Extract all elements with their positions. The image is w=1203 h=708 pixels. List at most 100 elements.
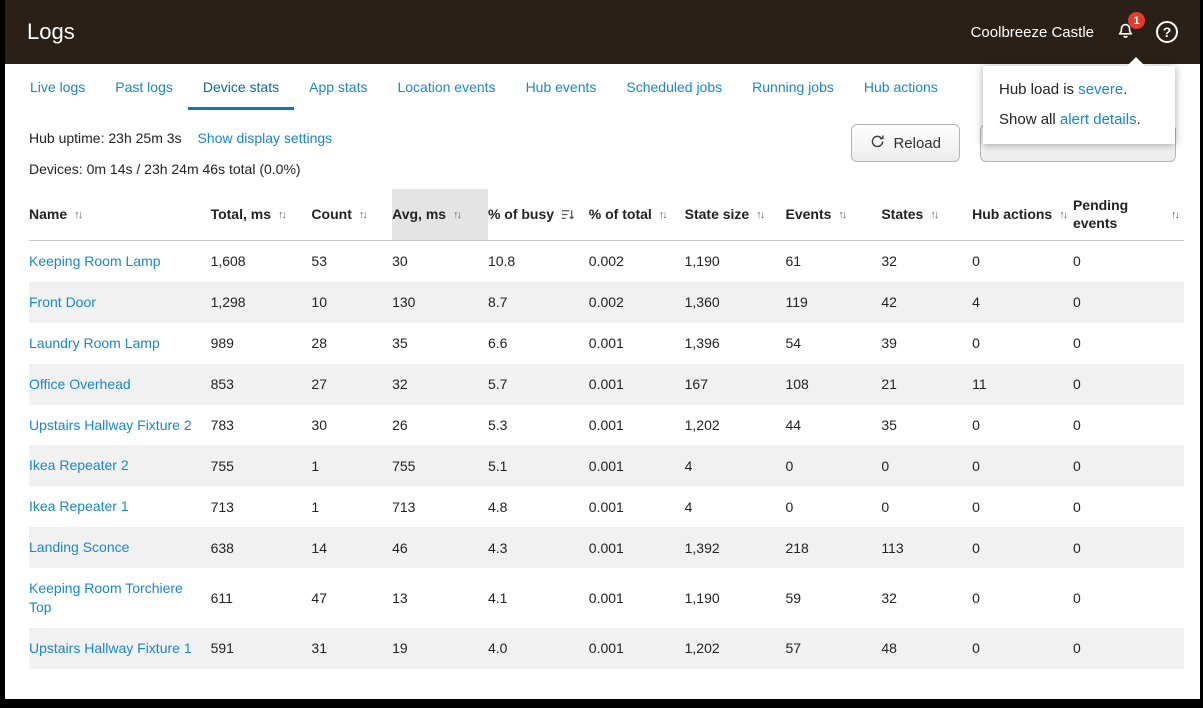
- device-link[interactable]: Laundry Room Lamp: [29, 334, 160, 353]
- column-header-avg-ms[interactable]: Avg, ms ↑↓: [392, 189, 488, 241]
- column-label: Avg, ms: [392, 206, 446, 224]
- device-link[interactable]: Landing Sconce: [29, 538, 129, 557]
- cell-events: 54: [785, 323, 881, 364]
- sort-toggle-icon[interactable]: ↑↓: [659, 209, 666, 221]
- device-link[interactable]: Office Overhead: [29, 375, 131, 394]
- cell-total-ms: 853: [211, 364, 312, 405]
- column-header-states[interactable]: States↑↓: [881, 189, 972, 241]
- device-link[interactable]: Keeping Room Torchiere Top: [29, 579, 205, 617]
- device-link[interactable]: Ikea Repeater 2: [29, 456, 129, 475]
- device-link[interactable]: Upstairs Hallway Fixture 1: [29, 639, 192, 658]
- page-title: Logs: [27, 19, 75, 45]
- cell-events: 44: [785, 405, 881, 446]
- cell-total-ms: 611: [211, 568, 312, 628]
- tab-running-jobs[interactable]: Running jobs: [737, 64, 849, 110]
- column-header-hub-actions[interactable]: Hub actions↑↓: [972, 189, 1073, 241]
- column-header-state-size[interactable]: State size ↑↓: [685, 189, 786, 241]
- question-mark-icon: ?: [1163, 24, 1172, 40]
- column-header-total-ms[interactable]: Total, ms ↑↓: [211, 189, 312, 241]
- cell-avg-ms: 46: [392, 527, 488, 568]
- cell-avg-ms: 26: [392, 405, 488, 446]
- severe-link[interactable]: severe: [1078, 81, 1123, 98]
- tab-hub-events[interactable]: Hub events: [511, 64, 612, 110]
- app-header: Logs Coolbreeze Castle 1 ?: [5, 0, 1200, 64]
- tab-app-stats[interactable]: App stats: [294, 64, 382, 110]
- column-header-pending-events[interactable]: Pending events↑↓: [1073, 189, 1184, 241]
- cell-name: Office Overhead: [29, 364, 211, 405]
- cell-pending-events: 0: [1073, 527, 1184, 568]
- cell-states: 113: [881, 527, 972, 568]
- sort-toggle-icon[interactable]: ↑↓: [1171, 209, 1178, 221]
- app-window: Logs Coolbreeze Castle 1 ? Live logsPast…: [5, 0, 1200, 699]
- cell-states: 42: [881, 282, 972, 323]
- help-button[interactable]: ?: [1156, 21, 1178, 43]
- tab-hub-actions[interactable]: Hub actions: [849, 64, 953, 110]
- cell-of-total: 0.001: [589, 445, 685, 486]
- tab-live-logs[interactable]: Live logs: [15, 64, 100, 110]
- cell-events: 61: [785, 241, 881, 282]
- tab-location-events[interactable]: Location events: [382, 64, 510, 110]
- cell-name: Laundry Room Lamp: [29, 323, 211, 364]
- sort-toggle-icon[interactable]: ↑↓: [838, 209, 845, 221]
- cell-hub-actions: 0: [972, 445, 1073, 486]
- cell-name: Upstairs Hallway Fixture 1: [29, 628, 211, 669]
- device-link[interactable]: Keeping Room Lamp: [29, 252, 161, 271]
- sort-toggle-icon[interactable]: ↑↓: [1059, 209, 1066, 221]
- cell-pending-events: 0: [1073, 241, 1184, 282]
- cell-state-size: 1,360: [685, 282, 786, 323]
- cell-pending-events: 0: [1073, 323, 1184, 364]
- cell-avg-ms: 19: [392, 628, 488, 669]
- sort-toggle-icon[interactable]: ↑↓: [930, 209, 937, 221]
- alert-details-link[interactable]: alert details: [1060, 111, 1137, 128]
- cell-pending-events: 0: [1073, 405, 1184, 446]
- column-label: State size: [685, 206, 750, 224]
- cell-total-ms: 638: [211, 527, 312, 568]
- display-settings-link[interactable]: Show display settings: [198, 130, 333, 146]
- tab-device-stats[interactable]: Device stats: [188, 64, 294, 110]
- tab-past-logs[interactable]: Past logs: [100, 64, 188, 110]
- cell-pending-events: 0: [1073, 628, 1184, 669]
- column-label: Total, ms: [211, 206, 271, 224]
- reload-label: Reload: [893, 135, 941, 152]
- cell-of-busy: 4.8: [488, 486, 589, 527]
- cell-of-total: 0.001: [589, 568, 685, 628]
- sort-toggle-icon[interactable]: ↑↓: [359, 209, 366, 221]
- cell-of-total: 0.001: [589, 628, 685, 669]
- cell-state-size: 4: [685, 486, 786, 527]
- cell-pending-events: 0: [1073, 282, 1184, 323]
- cell-state-size: 1,190: [685, 568, 786, 628]
- column-header-name[interactable]: Name↑↓: [29, 189, 211, 241]
- reload-button[interactable]: Reload: [851, 124, 960, 162]
- column-header-of-total[interactable]: % of total↑↓: [589, 189, 685, 241]
- notifications-button[interactable]: 1: [1112, 19, 1138, 45]
- sort-toggle-icon[interactable]: ↑↓: [278, 209, 285, 221]
- device-link[interactable]: Ikea Repeater 1: [29, 497, 129, 516]
- cell-of-busy: 10.8: [488, 241, 589, 282]
- cell-total-ms: 755: [211, 445, 312, 486]
- cell-count: 47: [311, 568, 392, 628]
- table-row: Ikea Repeater 275517555.10.00140000: [29, 445, 1184, 486]
- cell-events: 57: [785, 628, 881, 669]
- sort-descending-icon[interactable]: [561, 208, 574, 221]
- tab-scheduled-jobs[interactable]: Scheduled jobs: [611, 64, 737, 110]
- sort-toggle-icon[interactable]: ↑↓: [74, 209, 81, 221]
- cell-states: 0: [881, 445, 972, 486]
- cell-states: 39: [881, 323, 972, 364]
- column-header-events[interactable]: Events↑↓: [785, 189, 881, 241]
- cell-state-size: 1,190: [685, 241, 786, 282]
- device-stats-table: Name↑↓Total, ms↑↓Count↑↓Avg, ms↑↓% of bu…: [29, 189, 1184, 669]
- column-header-count[interactable]: Count↑↓: [311, 189, 392, 241]
- device-link[interactable]: Front Door: [29, 293, 96, 312]
- cell-pending-events: 0: [1073, 568, 1184, 628]
- column-header-of-busy[interactable]: % of busy: [488, 189, 589, 241]
- device-link[interactable]: Upstairs Hallway Fixture 2: [29, 416, 192, 435]
- cell-of-total: 0.001: [589, 364, 685, 405]
- sort-toggle-icon[interactable]: ↑↓: [756, 209, 763, 221]
- cell-total-ms: 783: [211, 405, 312, 446]
- cell-of-total: 0.001: [589, 405, 685, 446]
- cell-states: 0: [881, 486, 972, 527]
- cell-name: Front Door: [29, 282, 211, 323]
- cell-of-busy: 4.1: [488, 568, 589, 628]
- cell-states: 35: [881, 405, 972, 446]
- sort-toggle-icon[interactable]: ↑↓: [453, 209, 460, 221]
